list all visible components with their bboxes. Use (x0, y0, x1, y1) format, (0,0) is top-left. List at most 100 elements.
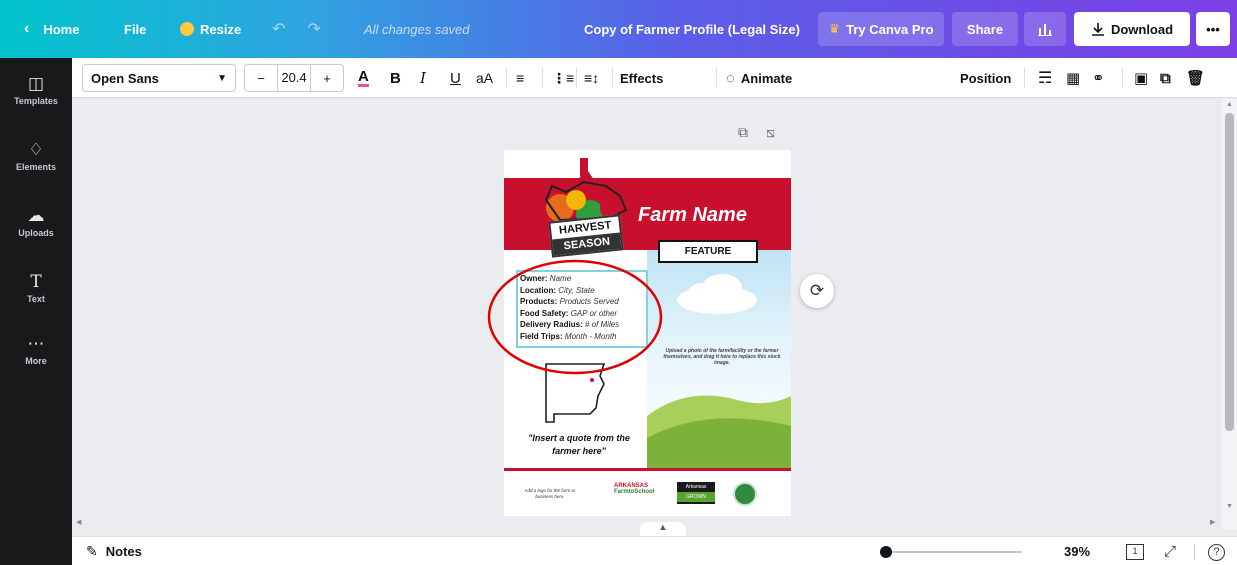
home-label: Home (43, 21, 80, 37)
chevron-left-icon: ‹ (24, 20, 30, 37)
zoom-level[interactable]: 39% (1064, 537, 1090, 565)
left-sidebar: ◫ Templates ♢ Elements ☁ Uploads T Text … (0, 58, 72, 565)
notes-button[interactable]: ✎ Notes (86, 537, 142, 565)
sidebar-item-elements[interactable]: ♢ Elements (0, 140, 72, 172)
text-toolbar: Open Sans ▼ − 20.4 + A B I U aA ≡ ⋮≡ ≡↕ … (72, 58, 1237, 98)
ark-grown-line1: Arkansas (685, 484, 707, 490)
animate-button[interactable]: ◌ Animate (726, 58, 792, 98)
circle-partner-logo (733, 482, 757, 506)
sidebar-item-more[interactable]: ⋯ More (0, 334, 72, 366)
text-color-icon: A (358, 67, 369, 87)
download-icon (1091, 23, 1104, 36)
notes-icon: ✎ (86, 543, 98, 559)
page-count-button[interactable]: 1 (1126, 537, 1144, 565)
annotation-ellipse (487, 259, 663, 375)
sidebar-item-label: More (25, 356, 47, 366)
transparency-icon: ▦ (1066, 70, 1081, 87)
top-bar: ‹ Home File Resize ↶ ↷ All changes saved… (0, 0, 1237, 58)
scroll-left-arrow-icon[interactable]: ◀ (76, 518, 81, 526)
add-page-icon[interactable]: ⧅ (766, 124, 775, 141)
position-button[interactable]: Position (960, 58, 1011, 98)
sidebar-item-uploads[interactable]: ☁ Uploads (0, 206, 72, 238)
home-button[interactable]: ‹ Home (24, 0, 79, 58)
resize-label: Resize (200, 21, 242, 37)
transparency-button[interactable]: ▦ (1066, 58, 1080, 98)
footer-divider (504, 468, 791, 471)
scroll-right-arrow-icon[interactable]: ▶ (1210, 518, 1215, 526)
farm-name-heading[interactable]: Farm Name (638, 204, 747, 227)
sidebar-item-label: Templates (14, 96, 58, 106)
effects-button[interactable]: Effects (620, 58, 663, 98)
undo-redo-group: ↶ ↷ (272, 0, 321, 58)
italic-icon: I (420, 69, 426, 87)
file-menu-button[interactable]: File (124, 0, 146, 58)
magic-refresh-button[interactable]: ⟳ (800, 274, 834, 308)
sidebar-item-templates[interactable]: ◫ Templates (0, 74, 72, 106)
font-family-select[interactable]: Open Sans ▼ (82, 64, 236, 92)
ark-grown-line2: GROWN (677, 492, 715, 502)
list-icon: ⋮≡ (552, 69, 575, 86)
more-options-button[interactable]: ••• (1196, 12, 1230, 46)
sidebar-item-label: Uploads (18, 228, 54, 238)
redo-icon[interactable]: ↷ (307, 19, 320, 39)
templates-icon: ◫ (27, 74, 45, 93)
lock-button[interactable]: ▣ (1134, 58, 1148, 98)
text-color-button[interactable]: A (358, 58, 369, 98)
crown-badge-icon (180, 22, 194, 36)
duplicate-page-icon[interactable]: ⧉ (738, 124, 748, 141)
hills-graphic (647, 395, 791, 468)
font-size-increase-button[interactable]: + (311, 71, 343, 86)
zoom-slider[interactable] (880, 546, 1022, 558)
spacing-button[interactable]: ≡↕ (584, 58, 599, 98)
download-button[interactable]: Download (1074, 12, 1190, 46)
scroll-up-arrow-icon[interactable]: ▲ (1226, 101, 1233, 108)
link-button[interactable]: ⚭ (1092, 58, 1105, 98)
try-pro-button[interactable]: ♛ Try Canva Pro (818, 12, 944, 46)
bold-icon: B (390, 69, 401, 87)
save-status: All changes saved (364, 21, 470, 37)
scrollbar-thumb[interactable] (1225, 113, 1234, 431)
uploads-icon: ☁ (27, 206, 45, 225)
help-button[interactable]: ? (1208, 537, 1225, 565)
upload-hint-text: Upload a photo of the farm/facility or t… (663, 348, 781, 366)
farmer-quote[interactable]: "Insert a quote from the farmer here" (514, 432, 644, 458)
duplicate-button[interactable]: ⧉ (1160, 58, 1171, 98)
underline-icon: U (450, 69, 461, 87)
feature-label[interactable]: FEATURE (658, 240, 758, 263)
font-size-input[interactable]: 20.4 (277, 65, 311, 91)
arkansas-farm-to-school-logo: ARKANSAS FarmtoSchool (596, 483, 654, 495)
share-button[interactable]: Share (952, 12, 1018, 46)
sidebar-item-label: Elements (15, 162, 57, 172)
bold-button[interactable]: B (390, 58, 401, 98)
lock-icon: ▣ (1134, 70, 1149, 87)
underline-button[interactable]: U (450, 58, 461, 98)
collapse-notes-tab[interactable]: ▲ (640, 522, 686, 536)
align-button[interactable]: ≡ (516, 58, 524, 98)
vertical-scrollbar[interactable]: ▲ ▼ (1222, 99, 1237, 529)
duplicate-icon: ⧉ (1160, 69, 1171, 87)
insights-button[interactable] (1024, 12, 1066, 46)
undo-icon[interactable]: ↶ (272, 19, 285, 39)
chevron-down-icon: ▼ (217, 72, 227, 84)
arkansas-grown-logo: Arkansas GROWN (677, 482, 715, 504)
delete-button[interactable]: 🗑 (1186, 58, 1205, 98)
animate-label: Animate (740, 70, 793, 86)
fullscreen-button[interactable]: ⤢ (1164, 537, 1176, 565)
font-size-decrease-button[interactable]: − (245, 71, 277, 86)
zoom-slider-knob[interactable] (880, 546, 892, 558)
harvest-season-wordmark: HARVEST SEASON (548, 214, 624, 258)
more-icon: ⋯ (27, 334, 45, 353)
resize-button[interactable]: Resize (180, 0, 241, 58)
elements-icon: ♢ (28, 140, 44, 159)
scroll-down-arrow-icon[interactable]: ▼ (1226, 503, 1233, 510)
document-title[interactable]: Copy of Farmer Profile (Legal Size) (584, 0, 800, 58)
italic-button[interactable]: I (420, 58, 426, 98)
trash-icon: 🗑 (1186, 70, 1206, 87)
copy-style-button[interactable]: ☴ (1038, 58, 1052, 98)
list-button[interactable]: ⋮≡ (552, 58, 574, 98)
pages-icon: 1 (1126, 544, 1144, 561)
sidebar-item-text[interactable]: T Text (0, 272, 72, 304)
chevron-up-icon: ▲ (658, 522, 668, 532)
crown-icon: ♛ (828, 21, 841, 36)
letter-case-button[interactable]: aA (476, 58, 493, 98)
